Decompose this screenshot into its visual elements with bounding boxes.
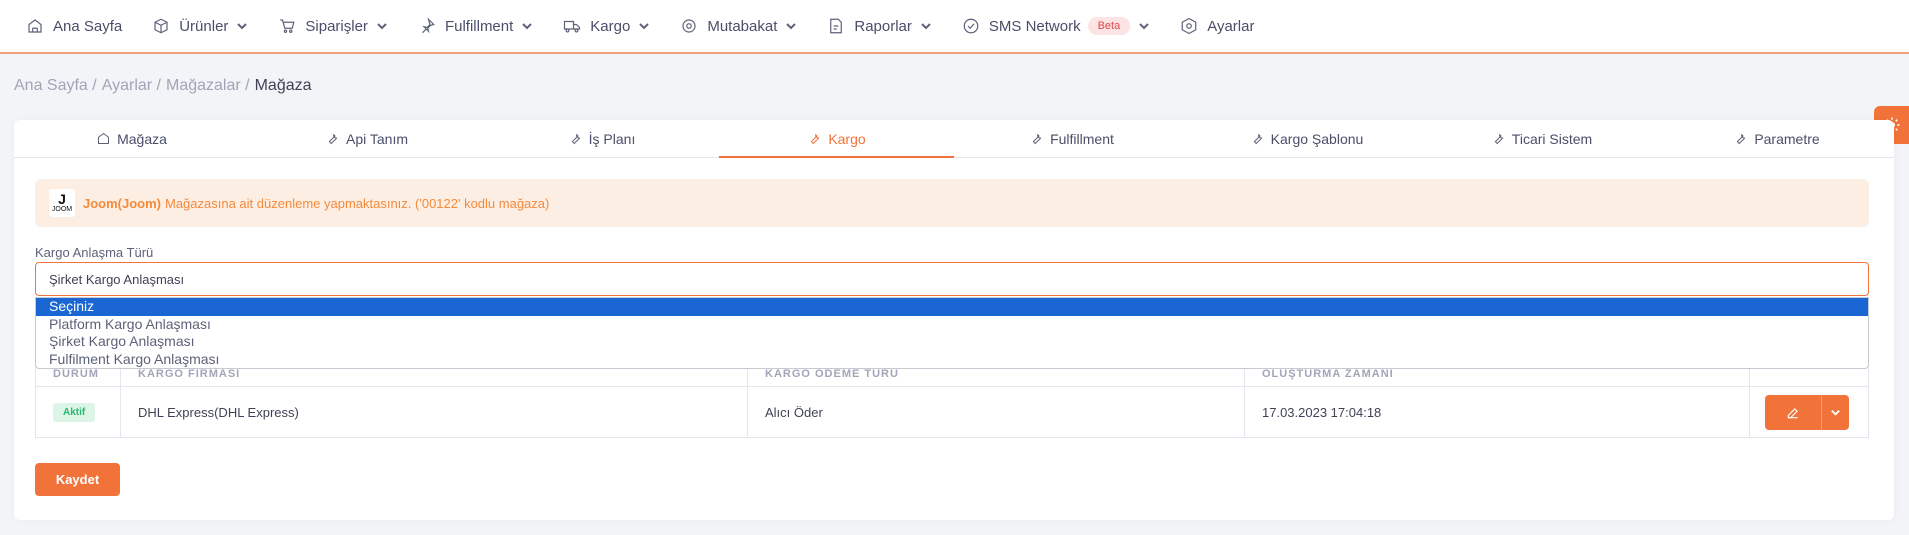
- nav-item-raporlar[interactable]: Raporlar: [827, 0, 932, 53]
- nav-label: Ana Sayfa: [53, 17, 123, 35]
- edit-icon: [1787, 407, 1798, 418]
- nav-item-ayarlar[interactable]: Ayarlar: [1180, 0, 1254, 53]
- tab-parametre[interactable]: Parametre: [1659, 120, 1894, 157]
- breadcrumb-current: Mağaza: [254, 77, 312, 94]
- box-icon: [154, 18, 168, 34]
- nav-item-mutabakat[interactable]: Mutabakat: [680, 0, 797, 53]
- chevron-down-icon: [377, 23, 387, 30]
- nav-item-kargo[interactable]: Kargo: [563, 0, 650, 53]
- pin-icon: [421, 17, 435, 34]
- nav-label: Fulfillment: [444, 17, 514, 35]
- chevron-down-icon: [237, 23, 248, 30]
- cargo-agreement-dropdown: Seçiniz Platform Kargo Anlaşması Şirket …: [35, 297, 1869, 369]
- dropdown-option[interactable]: Platform Kargo Anlaşması: [36, 316, 1868, 334]
- status-badge: Aktif: [53, 403, 96, 422]
- wrench-icon: [328, 133, 338, 145]
- nav-item-siparisler[interactable]: Siparişler: [278, 0, 388, 53]
- edit-button[interactable]: [1765, 395, 1821, 430]
- settings-hex-icon: [1181, 17, 1197, 35]
- breadcrumb-item-ana-sayfa[interactable]: Ana Sayfa /: [14, 77, 97, 95]
- tab-is-plani[interactable]: İş Planı: [484, 120, 719, 157]
- wrench-icon: [1032, 133, 1042, 145]
- tab-ticari-sistem[interactable]: Ticari Sistem: [1424, 120, 1659, 157]
- cart-icon: [280, 19, 295, 33]
- check-circle-icon: [963, 18, 979, 34]
- row-action-group: [1765, 395, 1849, 430]
- home-icon: [98, 132, 110, 144]
- tab-label: Fulfillment: [1050, 130, 1114, 147]
- nav-label: Mutabakat: [707, 17, 778, 35]
- created-cell: 17.03.2023 17:04:18: [1245, 387, 1750, 438]
- wrench-icon: [810, 133, 820, 145]
- dropdown-option[interactable]: Şirket Kargo Anlaşması: [36, 333, 1868, 351]
- tab-magaza[interactable]: Mağaza: [14, 120, 249, 157]
- chevron-down-icon: [1831, 410, 1840, 416]
- nav-label: Ürünler: [179, 17, 229, 35]
- nav-label: SMS Network: [988, 17, 1081, 35]
- tab-kargo-sablonu[interactable]: Kargo Şablonu: [1189, 120, 1424, 157]
- chevron-down-icon: [786, 23, 797, 30]
- wrench-icon: [571, 133, 580, 145]
- wrench-icon: [1253, 133, 1262, 145]
- beta-badge: Beta: [1087, 17, 1131, 35]
- save-button[interactable]: Kaydet: [35, 463, 120, 496]
- tab-label: Api Tanım: [346, 130, 408, 147]
- report-icon: [830, 18, 843, 34]
- joom-logo: J JOOM: [49, 189, 75, 217]
- row-menu-button[interactable]: [1821, 395, 1849, 430]
- tab-label: Mağaza: [117, 130, 167, 147]
- alert-message: Mağazasına ait düzenleme yapmaktasınız. …: [165, 195, 550, 211]
- cargo-agreement-label: Kargo Anlaşma Türü: [35, 245, 154, 260]
- chevron-down-icon: [522, 23, 533, 30]
- tab-kargo[interactable]: Kargo: [719, 120, 954, 158]
- store-alert: J JOOM Joom(Joom) Mağazasına ait düzenle…: [35, 179, 1869, 227]
- tab-label: Kargo Şablonu: [1270, 130, 1364, 147]
- wrench-icon: [1736, 133, 1746, 145]
- wrench-icon: [1494, 133, 1504, 145]
- actions-cell: [1750, 387, 1868, 438]
- store-name: Joom(Joom): [83, 195, 161, 211]
- nav-label: Raporlar: [854, 17, 912, 35]
- dropdown-option[interactable]: Seçiniz: [36, 298, 1868, 316]
- store-card: Mağaza Api Tanım İş Planı Kargo Fulfillm…: [14, 120, 1894, 520]
- cargo-table: DURUM KARGO FİRMASI KARGO ÖDEME TÜRÜ OLU…: [35, 358, 1869, 438]
- home-icon: [28, 19, 42, 33]
- breadcrumb-item-magazalar[interactable]: Mağazalar /: [166, 77, 250, 95]
- tab-label: Parametre: [1754, 130, 1820, 147]
- tab-fulfillment[interactable]: Fulfillment: [954, 120, 1189, 157]
- cog-icon: [682, 19, 696, 33]
- logo-text: JOOM: [51, 206, 73, 213]
- nav-item-sms-network[interactable]: SMS Network Beta: [962, 0, 1150, 53]
- status-cell: Aktif: [36, 387, 121, 438]
- tab-bar: Mağaza Api Tanım İş Planı Kargo Fulfillm…: [14, 120, 1894, 158]
- chevron-down-icon: [921, 23, 931, 30]
- company-cell: DHL Express(DHL Express): [121, 387, 748, 438]
- breadcrumb-item-ayarlar[interactable]: Ayarlar /: [102, 77, 161, 95]
- nav-item-ana-sayfa[interactable]: Ana Sayfa: [26, 0, 122, 53]
- chevron-down-icon: [639, 23, 650, 30]
- breadcrumb: Ana Sayfa / Ayarlar / Mağazalar / Mağaza: [14, 77, 317, 95]
- nav-label: Kargo: [590, 17, 631, 35]
- logo-letter: J: [58, 191, 66, 207]
- payment-cell: Alıcı Öder: [748, 387, 1245, 438]
- tab-label: Ticari Sistem: [1511, 130, 1593, 147]
- tab-label: İş Planı: [588, 130, 636, 147]
- nav-label: Siparişler: [305, 17, 368, 35]
- nav-item-fulfillment[interactable]: Fulfillment: [418, 0, 533, 53]
- tab-api-tanim[interactable]: Api Tanım: [249, 120, 484, 157]
- nav-label: Ayarlar: [1207, 17, 1255, 35]
- truck-icon: [564, 20, 581, 33]
- nav-item-urunler[interactable]: Ürünler: [152, 0, 248, 53]
- top-navbar: Ana Sayfa Ürünler Siparişler Fulfillment…: [0, 0, 1909, 54]
- dropdown-option[interactable]: Fulfilment Kargo Anlaşması: [36, 351, 1868, 369]
- chevron-down-icon: [1139, 23, 1149, 30]
- cargo-agreement-select[interactable]: Şirket Kargo Anlaşması: [35, 262, 1869, 296]
- tab-label: Kargo: [828, 130, 866, 147]
- table-row: Aktif DHL Express(DHL Express) Alıcı Öde…: [36, 387, 1868, 438]
